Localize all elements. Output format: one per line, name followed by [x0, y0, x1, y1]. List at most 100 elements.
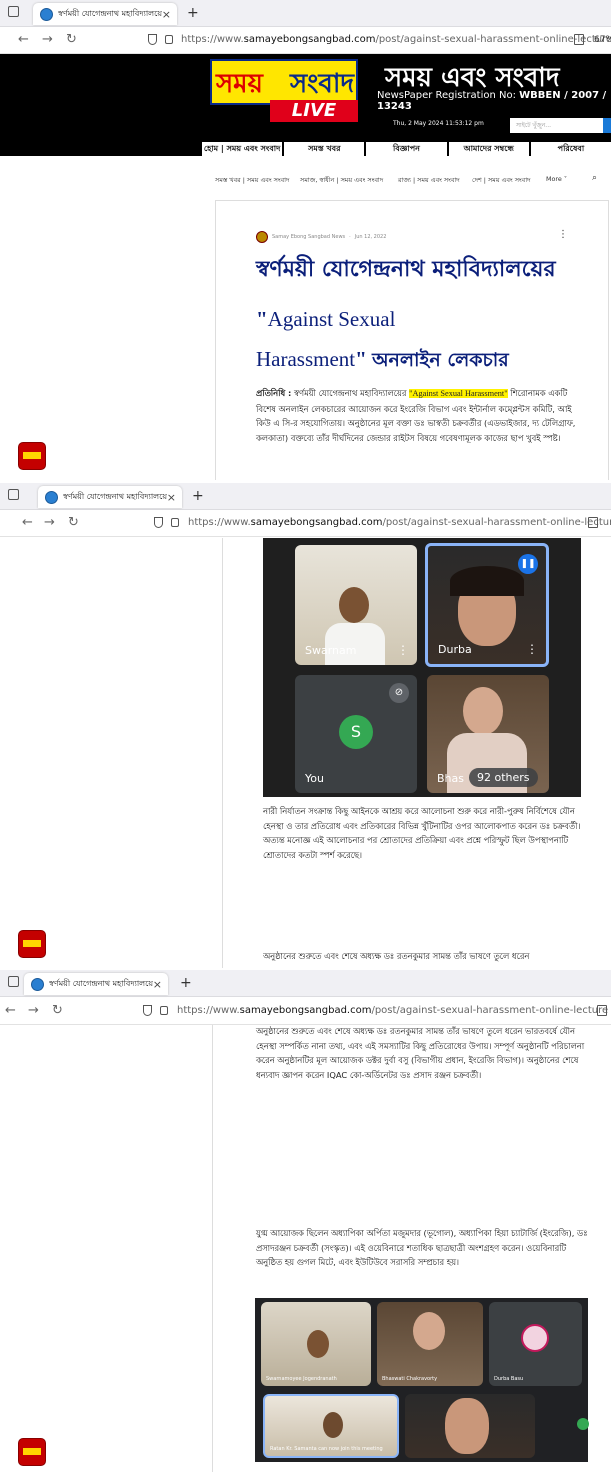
- floating-app-icon[interactable]: [18, 1438, 46, 1466]
- nav-bar: ← → ↻ https://www.samayebongsangbad.com/…: [0, 998, 611, 1025]
- article-paragraph-1: প্রতিনিধি : স্বর্ণময়ী যোগেন্দ্রনাথ মহাব…: [256, 386, 581, 445]
- site-favicon: [31, 977, 44, 991]
- participant-name: Durba: [438, 643, 472, 656]
- nav-bar: ← → ↻ https://www.samayebongsangbad.com/…: [0, 27, 611, 54]
- author-name[interactable]: Samay Ebong Sangbad News: [272, 234, 345, 240]
- back-icon[interactable]: ←: [5, 1003, 16, 1018]
- search-icon[interactable]: [603, 118, 611, 133]
- lock-icon[interactable]: [171, 518, 179, 527]
- muted-mic-icon: ⊘: [389, 683, 409, 703]
- tracking-shield-icon[interactable]: [154, 517, 163, 528]
- url-domain: samayebongsangbad.com: [250, 517, 383, 528]
- tracking-shield-icon[interactable]: [148, 34, 157, 45]
- more-options-icon[interactable]: ⋮: [397, 643, 409, 657]
- close-tab-icon[interactable]: ×: [153, 978, 162, 991]
- participant-name: Swarnamoyee Jogendranath: [266, 1376, 337, 1382]
- tracking-shield-icon[interactable]: [143, 1005, 152, 1016]
- tab-article[interactable]: স্বর্ণময়ী যোগেন্দ্রনাথ মহাবিদ্যালয়ের "…: [33, 3, 177, 25]
- url-domain: samayebongsangbad.com: [243, 34, 376, 45]
- more-options-icon[interactable]: ⋮: [526, 642, 538, 656]
- participant-face: [445, 1398, 489, 1454]
- browser-window-1: স্বর্ণময়ী যোগেন্দ্রনাথ মহাবিদ্যালয়ের "…: [0, 0, 611, 480]
- current-datetime: Thu, 2 May 2024 11:53:12 pm: [393, 120, 484, 127]
- new-tab-button[interactable]: +: [192, 488, 204, 504]
- url-domain: samayebongsangbad.com: [239, 1005, 372, 1016]
- menu-item-home[interactable]: হোম | সময় এবং সংবাদ: [202, 142, 283, 156]
- category-nav: সমস্ত খবর | সময় এবং সংবাদ সমাজ, স্বাধীন…: [0, 165, 611, 191]
- url-prefix: https://www.: [188, 517, 251, 528]
- menu-item-ads[interactable]: বিজ্ঞাপন: [366, 142, 447, 156]
- more-menu[interactable]: More ˅: [546, 175, 567, 183]
- participant-name: You: [305, 772, 324, 785]
- category-link-all[interactable]: সমস্ত খবর | সময় এবং সংবাদ: [215, 175, 289, 186]
- lock-icon[interactable]: [165, 35, 173, 44]
- join-notification: Ratan Kr. Samanta can now join this meet…: [270, 1446, 383, 1452]
- browser-window-3: স্বর্ণময়ী যোগেন্দ্রনাথ মহাবিদ্যালয়ের "…: [0, 968, 611, 1472]
- zoom-level[interactable]: 67%: [594, 35, 611, 45]
- hair: [450, 566, 524, 596]
- others-count-badge[interactable]: 92 others: [469, 768, 538, 787]
- tab-article[interactable]: স্বর্ণময়ী যোগেন্দ্রনাথ মহাবিদ্যালয়ের "…: [38, 486, 182, 508]
- site-logo[interactable]: সময় সংবাদ: [210, 59, 358, 105]
- menu-item-about[interactable]: আমাদের সম্বন্ধে: [448, 142, 529, 156]
- close-tab-icon[interactable]: ×: [167, 491, 176, 504]
- participant-name: Swarnam: [305, 644, 357, 657]
- address-bar[interactable]: https://www.samayebongsangbad.com/post/a…: [188, 517, 611, 528]
- reader-view-icon[interactable]: [597, 1005, 607, 1016]
- category-link-society[interactable]: সমাজ, স্বাধীন | সময় এবং সংবাদ: [300, 175, 383, 186]
- content-divider: [212, 1025, 213, 1472]
- new-tab-button[interactable]: +: [180, 975, 192, 991]
- address-bar[interactable]: https://www.samayebongsangbad.com/post/a…: [181, 34, 611, 45]
- category-link-state[interactable]: রাজ্য | সময় এবং সংবাদ: [398, 175, 460, 186]
- close-tab-icon[interactable]: ×: [162, 8, 171, 21]
- article-paragraph-3-start: অনুষ্ঠানের শুরুতে এবং শেষে অধ্যক্ষ ডঃ রত…: [263, 951, 530, 961]
- floating-app-icon[interactable]: [18, 442, 46, 470]
- forward-icon[interactable]: →: [28, 1003, 39, 1018]
- tab-article[interactable]: স্বর্ণময়ী যোগেন্দ্রনাথ মহাবিদ্যালয়ের "…: [24, 973, 168, 995]
- site-search-input[interactable]: সাইটে খুঁজুন...: [510, 118, 604, 133]
- article-title-line-1: স্বর্ণময়ী যোগেন্দ্রনাথ মহাবিদ্যালয়ের: [256, 256, 556, 282]
- url-path: /post/against-sexual-harassment-online-l…: [382, 517, 611, 528]
- back-icon[interactable]: ←: [18, 32, 29, 47]
- article-card: Samay Ebong Sangbad News · Jun 12, 2022 …: [215, 200, 609, 480]
- article-paragraph-4: যুগ্ম আয়োজক ছিলেন অধ্যাপিকা অর্পিতা মজু…: [256, 1228, 588, 1267]
- participant-face: [323, 1412, 343, 1438]
- forward-icon[interactable]: →: [44, 515, 55, 530]
- reader-view-icon[interactable]: [588, 517, 598, 528]
- more-options-icon[interactable]: ⋮: [558, 229, 568, 240]
- participant-tile-active: Ratan Kr. Samanta can now join this meet…: [263, 1394, 399, 1458]
- registration-info: NewsPaper Registration No: WBBEN / 2007 …: [377, 90, 611, 112]
- meet-screenshot-1: Swarnam ⋮ Durba ❚❚ ⋮ ⊘ S You Bhas 92 oth…: [263, 538, 581, 797]
- menu-item-all-news[interactable]: সমস্ত খবর: [284, 142, 365, 156]
- address-bar[interactable]: https://www.samayebongsangbad.com/post/a…: [177, 1005, 608, 1016]
- participant-tile-active: Durba ❚❚ ⋮: [425, 543, 549, 667]
- participant-tile: Swarnam ⋮: [295, 545, 417, 665]
- floating-app-icon[interactable]: [18, 930, 46, 958]
- author-line: Samay Ebong Sangbad News · Jun 12, 2022: [256, 231, 386, 243]
- new-tab-button[interactable]: +: [187, 5, 199, 21]
- participant-face: [339, 587, 369, 623]
- tab-list-icon[interactable]: [8, 976, 19, 987]
- reload-icon[interactable]: ↻: [66, 32, 77, 47]
- browser-window-2: স্বর্ণময়ী যোগেন্দ্রনাথ মহাবিদ্যালয়ের "…: [0, 480, 611, 968]
- main-menu: হোম | সময় এবং সংবাদ সমস্ত খবর বিজ্ঞাপন …: [202, 142, 611, 156]
- reload-icon[interactable]: ↻: [68, 515, 79, 530]
- nav-bar: ← → ↻ https://www.samayebongsangbad.com/…: [0, 510, 611, 537]
- reload-icon[interactable]: ↻: [52, 1003, 63, 1018]
- reader-view-icon[interactable]: [574, 34, 584, 45]
- category-link-country[interactable]: দেশ | সময় এবং সংবাদ: [472, 175, 530, 186]
- author-avatar[interactable]: [256, 231, 268, 243]
- highlighted-phrase: "Against Sexual Harassment": [409, 389, 508, 398]
- search-icon[interactable]: ⌕: [592, 173, 597, 183]
- back-icon[interactable]: ←: [22, 515, 33, 530]
- tab-list-icon[interactable]: [8, 489, 19, 500]
- quote-close: ": [355, 347, 367, 371]
- lock-icon[interactable]: [160, 1006, 168, 1015]
- title-bengali-end: অনলাইন লেকচার: [372, 349, 509, 371]
- menu-item-services[interactable]: পরিষেবা: [530, 142, 611, 156]
- tab-list-icon[interactable]: [8, 6, 19, 17]
- quote-open: ": [256, 307, 268, 331]
- forward-icon[interactable]: →: [42, 32, 53, 47]
- side-button[interactable]: [577, 1418, 589, 1430]
- tab-title: স্বর্ণময়ী যোগেন্দ্রনাথ মহাবিদ্যালয়ের "…: [58, 8, 162, 18]
